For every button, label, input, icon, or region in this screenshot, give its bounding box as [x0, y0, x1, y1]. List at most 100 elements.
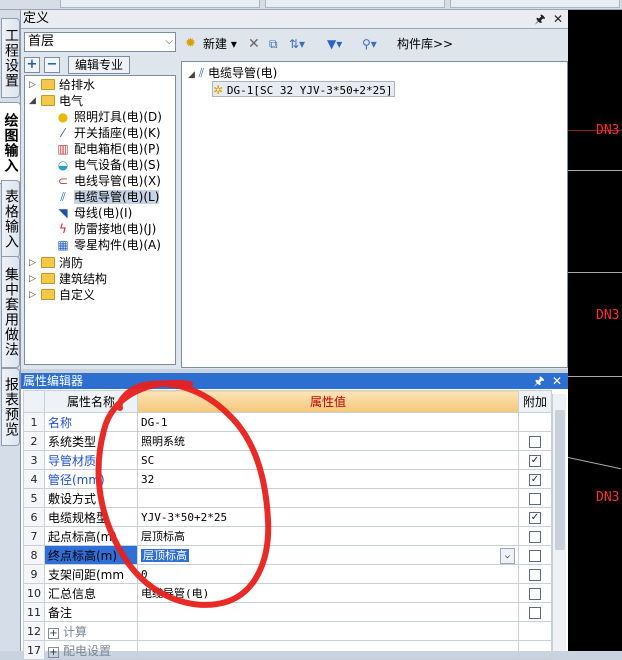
sort-icon[interactable]: ⇅▾ [289, 29, 305, 59]
tree-folder-fire[interactable]: ▷ 消防 [29, 255, 83, 271]
distribution-box-icon: ▥ [57, 142, 69, 156]
close-icon[interactable]: ✕ [551, 11, 565, 27]
expand-icon[interactable]: ▷ [29, 287, 39, 303]
property-value[interactable]: 32 [137, 469, 519, 489]
property-value[interactable]: DG-1 [137, 412, 519, 432]
component-item-selected[interactable]: ✲ DG-1[SC 32 YJV-3*50+2*25] [212, 81, 396, 97]
tree-item-equipment[interactable]: ◒ 电气设备(电)(S) [55, 157, 161, 173]
component-toolbar: ✹ 新建 ▾ ✕ ⧉ ⇅▾ ▼▾ ⚲▾ 构件库>> [181, 29, 568, 59]
tree-item-cable-conduit[interactable]: ⫽ 电缆导管(电)(L) [55, 189, 160, 205]
tree-item-distribution-box[interactable]: ▥ 配电箱柜(电)(P) [55, 141, 160, 157]
tab-table-input[interactable]: 表格输入 [1, 180, 20, 258]
edit-spec-button[interactable]: 编辑专业 [68, 56, 130, 74]
expand-icon[interactable]: + [48, 646, 59, 658]
add-cell [518, 621, 552, 641]
tree-item-busbar[interactable]: ◥ 母线(电)(I) [55, 205, 132, 221]
property-row[interactable]: 11 备注 [23, 602, 552, 622]
add-checkbox[interactable]: ✓ [529, 473, 541, 486]
expand-icon[interactable]: ▷ [29, 77, 39, 93]
add-checkbox[interactable] [529, 606, 541, 619]
add-checkbox[interactable] [529, 549, 541, 562]
tree-item-lightning[interactable]: ϟ 防雷接地(电)(J) [55, 221, 156, 237]
side-tab-bar: 工程设置 绘图输入 表格输入 集中套用做法 报表预览 [0, 10, 21, 651]
property-value[interactable]: YJV-3*50+2*25 [137, 507, 519, 527]
tree-item-wire-conduit[interactable]: ⊂ 电线导管(电)(X) [55, 173, 161, 189]
property-row[interactable]: 12 + 计算 [23, 621, 552, 641]
chevron-down-icon[interactable]: ⌵ [500, 547, 515, 564]
tab-drawing-input[interactable]: 绘图输入 [0, 102, 21, 184]
property-editor-body: 属性名称 属性值 附加 1 名称 DG-1 2 系统类型 照明系统 3 导管材质 SC ✓ 4 管径(… [21, 389, 568, 660]
add-checkbox[interactable]: ✓ [529, 454, 541, 467]
component-icon: ▦ [57, 238, 69, 252]
tree-item-component[interactable]: ▦ 零星构件(电)(A) [55, 237, 161, 253]
property-value[interactable]: SC [137, 450, 519, 470]
floor-select[interactable]: 首层 ⌵ [24, 32, 176, 52]
property-row[interactable]: 7 起点标高(m) 层顶标高 [23, 526, 552, 546]
property-value[interactable] [137, 488, 519, 508]
collapse-icon[interactable]: ◢ [188, 70, 195, 80]
add-cell [518, 583, 552, 603]
property-row[interactable]: 17 + 配电设置 [23, 640, 552, 660]
property-row[interactable]: 4 管径(mm) 32 ✓ [23, 469, 552, 489]
collapse-all-button[interactable]: − [44, 57, 60, 73]
tree-label: 电气 [59, 94, 84, 108]
property-row[interactable]: 6 电缆规格型 YJV-3*50+2*25 ✓ [23, 507, 552, 527]
property-row[interactable]: 3 导管材质 SC ✓ [23, 450, 552, 470]
add-checkbox[interactable] [529, 530, 541, 543]
folder-icon [41, 273, 55, 284]
pin-icon[interactable]: 🖈︎ [532, 373, 546, 389]
expand-icon[interactable]: + [48, 627, 59, 639]
property-value-text[interactable]: 层顶标高 [141, 548, 189, 562]
cable-conduit-icon: ⫽ [198, 66, 205, 80]
add-checkbox[interactable] [529, 492, 541, 505]
property-row[interactable]: 2 系统类型 照明系统 [23, 431, 552, 451]
component-group[interactable]: ◢ ⫽ 电缆导管(电) [188, 65, 277, 81]
property-row[interactable]: 5 敷设方式 [23, 488, 552, 508]
add-checkbox[interactable] [529, 587, 541, 600]
tab-report-preview[interactable]: 报表预览 [1, 368, 20, 446]
property-scrollbar[interactable] [552, 394, 566, 651]
component-library-button[interactable]: 构件库>> [397, 29, 453, 59]
find-icon[interactable]: ⚲▾ [362, 29, 377, 59]
property-value[interactable]: 电缆导管(电) [137, 583, 519, 603]
top-toolbar-button[interactable] [265, 0, 445, 8]
property-value[interactable]: 照明系统 [137, 431, 519, 451]
add-checkbox[interactable]: ✓ [529, 511, 541, 524]
delete-icon[interactable]: ✕ [248, 29, 260, 59]
tree-folder-water[interactable]: ▷ 给排水 [29, 77, 95, 93]
top-toolbar-button[interactable] [450, 0, 620, 8]
new-button[interactable]: 新建 ▾ [203, 29, 237, 59]
expand-icon[interactable]: ▷ [29, 255, 39, 271]
property-value[interactable]: 层顶标高 [137, 526, 519, 546]
tree-item-switch[interactable]: ⁄ 开关插座(电)(K) [55, 125, 161, 141]
tree-folder-structure[interactable]: ▷ 建筑结构 [29, 271, 107, 287]
property-row[interactable]: 10 汇总信息 电缆导管(电) [23, 583, 552, 603]
add-checkbox[interactable] [529, 568, 541, 581]
add-checkbox[interactable] [529, 435, 541, 448]
expand-all-button[interactable]: + [24, 57, 40, 73]
tree-folder-electrical[interactable]: ◢ 电气 [29, 93, 83, 109]
pin-icon[interactable]: 🖈︎ [533, 11, 547, 27]
filter-icon[interactable]: ▼▾ [327, 29, 342, 59]
tree-item-lighting[interactable]: ● 照明灯具(电)(D) [55, 109, 162, 125]
tree-folder-custom[interactable]: ▷ 自定义 [29, 287, 95, 303]
property-value[interactable] [137, 621, 519, 641]
top-toolbar-button[interactable] [60, 0, 260, 8]
property-row[interactable]: 1 名称 DG-1 [23, 412, 552, 432]
close-icon[interactable]: ✕ [550, 373, 564, 389]
property-value[interactable] [137, 640, 519, 660]
expand-icon[interactable]: ▷ [29, 271, 39, 287]
property-value[interactable] [137, 602, 519, 622]
property-value[interactable]: ⌵ 层顶标高 [137, 545, 519, 565]
scrollbar-thumb[interactable] [555, 410, 565, 550]
row-number: 1 [23, 412, 45, 432]
property-value[interactable]: 0 [137, 564, 519, 584]
property-row[interactable]: 8 终点标高(m) ⌵ 层顶标高 [23, 545, 552, 565]
tab-apply-methods[interactable]: 集中套用做法 [1, 256, 20, 368]
collapse-icon[interactable]: ◢ [29, 93, 39, 109]
cad-canvas[interactable]: DN3 DN3 DN3 [568, 10, 622, 651]
property-row[interactable]: 9 支架间距(mm 0 [23, 564, 552, 584]
tab-project-settings[interactable]: 工程设置 [1, 18, 20, 98]
copy-icon[interactable]: ⧉ [269, 29, 278, 59]
add-cell [518, 564, 552, 584]
